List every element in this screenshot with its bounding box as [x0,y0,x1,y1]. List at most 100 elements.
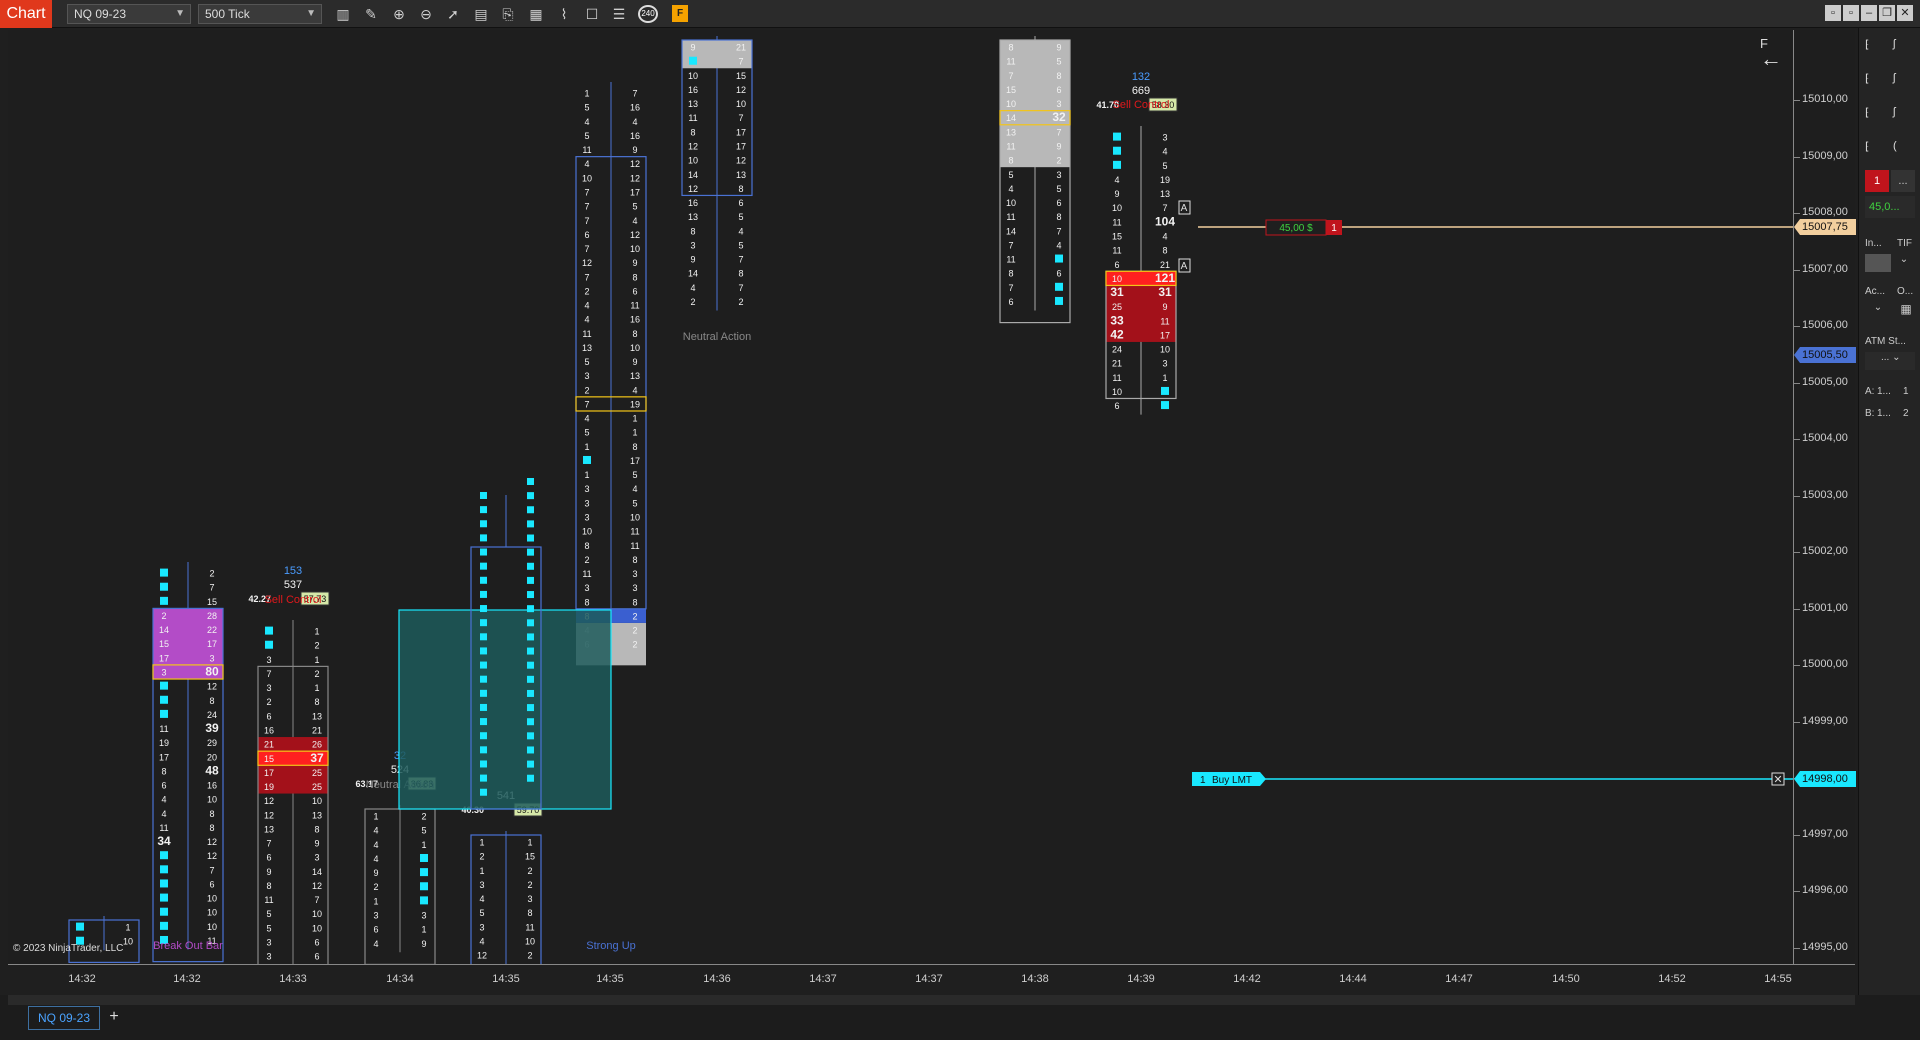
volume-cell: 13 [1160,189,1170,199]
volume-cell: 5 [266,923,271,933]
volume-cell-marker [1113,146,1121,155]
price-tick [1794,382,1800,384]
volume-cell: 6 [1056,85,1061,95]
minimize-icon[interactable]: – [1861,5,1877,21]
chevron-down-icon[interactable]: ⌄ [1865,302,1891,320]
volume-cell: 12 [630,159,640,169]
time-label: 14:44 [1339,973,1367,985]
properties-icon[interactable]: ☰ [608,4,630,24]
templates-icon[interactable]: ⎘ [497,4,519,24]
copyright-label: © 2023 NinjaTrader, LLC [13,943,124,954]
volume-cell: 4 [373,826,378,836]
volume-cell: 13 [1006,127,1016,137]
volume-cell: 6 [161,781,166,791]
time-label: 14:33 [279,973,307,985]
volume-cell: 21 [1160,260,1170,270]
volume-cell-marker [480,760,487,768]
price-flag[interactable]: 14998,00 [1794,771,1856,787]
volume-cell: 3 [314,853,319,863]
volume-cell: 10 [207,922,217,932]
flag-badge[interactable]: F [672,5,688,22]
sell-control-label: Sell Control [265,594,322,606]
chart-window-tab[interactable]: Chart [0,0,52,28]
instrument-selector[interactable]: NQ 09-23 ▼ [67,4,191,24]
expand-icon[interactable]: ( [1893,140,1897,152]
volume-cell: 4 [1162,232,1167,242]
chart-plot-area[interactable]: 1 10 2 7 15 2 28 14 22 15 17 17 3 3 80 12 8 24 11 39 19 29 17 2… [8,30,1793,964]
expand-icon[interactable]: ʃ [1893,72,1895,84]
expand-icon[interactable]: ʃ [1893,106,1895,118]
price-label: 14996,00 [1802,884,1848,896]
add-tab-button[interactable]: + [104,1006,124,1030]
indicators-icon[interactable]: ▦ [525,4,547,24]
horizontal-scrollbar[interactable] [8,995,1855,1005]
tab-nq-0923[interactable]: NQ 09-23 [28,1006,100,1030]
window-tile-icon[interactable]: ▫ [1825,5,1841,21]
volume-cell: 9 [421,939,426,949]
chevron-down-icon[interactable]: ⌄ [1893,254,1915,272]
price-label: 15009,00 [1802,149,1848,162]
atm-strategy-dropdown[interactable]: ... ⌄ [1865,352,1915,370]
volume-cell-marker [1055,296,1063,305]
volume-cell: 1 [373,896,378,906]
volume-cell-marker [527,675,534,683]
price-axis[interactable]: 15010,00 15009,00 15008,00 15007,00 15006,00… [1793,30,1856,964]
maximize-icon[interactable]: ❐ [1879,5,1895,21]
collapse-icon[interactable]: ⁅ [1865,106,1869,119]
bar-type-selector[interactable]: 500 Tick ▼ [198,4,322,24]
pointer-icon[interactable]: ➚ [442,4,464,24]
volume-cell: 5 [632,498,637,508]
instrument-dropdown[interactable] [1865,254,1891,272]
time-label: 14:37 [809,973,837,985]
volume-cell: 10 [630,244,640,254]
collapse-icon[interactable]: ⁅ [1865,72,1869,85]
volume-cell: 17 [1160,330,1170,340]
zoom-in-icon[interactable]: ⊕ [388,4,410,24]
volume-cell: 5 [584,428,589,438]
close-icon[interactable]: ✕ [1897,5,1913,21]
zoom-out-icon[interactable]: ⊖ [415,4,437,24]
volume-cell: 13 [736,170,746,180]
volume-cell: 8 [632,329,637,339]
volume-cell: 1 [632,428,637,438]
price-flag[interactable]: 15005,50 [1794,347,1856,363]
volume-cell: 10 [736,99,746,109]
volume-cell: 7 [738,255,743,265]
volume-cell-marker [420,896,428,905]
expand-icon[interactable]: ʃ [1893,38,1895,50]
price-flag[interactable]: 15007,75 [1794,219,1856,235]
volume-cell-marker [265,626,273,635]
calculator-icon[interactable]: ▦ [1897,302,1915,320]
volume-cell: 2 [632,626,637,636]
volume-cell: 11 [630,527,639,537]
position-qty[interactable]: 1 [1865,170,1889,192]
volume-cell: 1 [1162,373,1167,383]
chart-style-icon[interactable]: ▥ [332,4,354,24]
volume-cell: 42 [1110,327,1124,341]
collapse-icon[interactable]: ⁅ [1865,140,1869,153]
volume-cell: 14 [688,170,698,180]
volume-cell: 10 [312,923,322,933]
chart-trader-icon[interactable]: ☐ [581,4,603,24]
data-series-icon[interactable]: ▤ [470,4,492,24]
timer-badge[interactable]: 240 [638,5,658,23]
volume-cell: 3 [584,512,589,522]
window-link-icon[interactable]: ▫ [1843,5,1859,21]
time-label: 14:42 [1233,973,1261,985]
strategies-icon[interactable]: ⌇ [553,4,575,24]
volume-cell: 16 [207,781,217,791]
collapse-icon[interactable]: ⁅ [1865,38,1869,51]
volume-cell: 3 [584,371,589,381]
time-label: 14:55 [1764,973,1792,985]
volume-cell: 12 [582,258,592,268]
time-axis[interactable]: 14:32 14:32 14:33 14:34 14:35 14:35 14:36 14:37… [8,964,1855,994]
volume-cell: 10 [123,937,133,947]
volume-cell: 1 [373,812,378,822]
volume-cell: 16 [264,726,274,736]
volume-cell: 8 [209,696,214,706]
volume-cell-marker [480,661,487,669]
position-more[interactable]: ... [1891,170,1915,192]
volume-cell: 3 [479,880,484,890]
drawing-tool-icon[interactable]: ✎ [360,4,382,24]
arrow-back-icon[interactable]: ← [1760,46,1782,72]
